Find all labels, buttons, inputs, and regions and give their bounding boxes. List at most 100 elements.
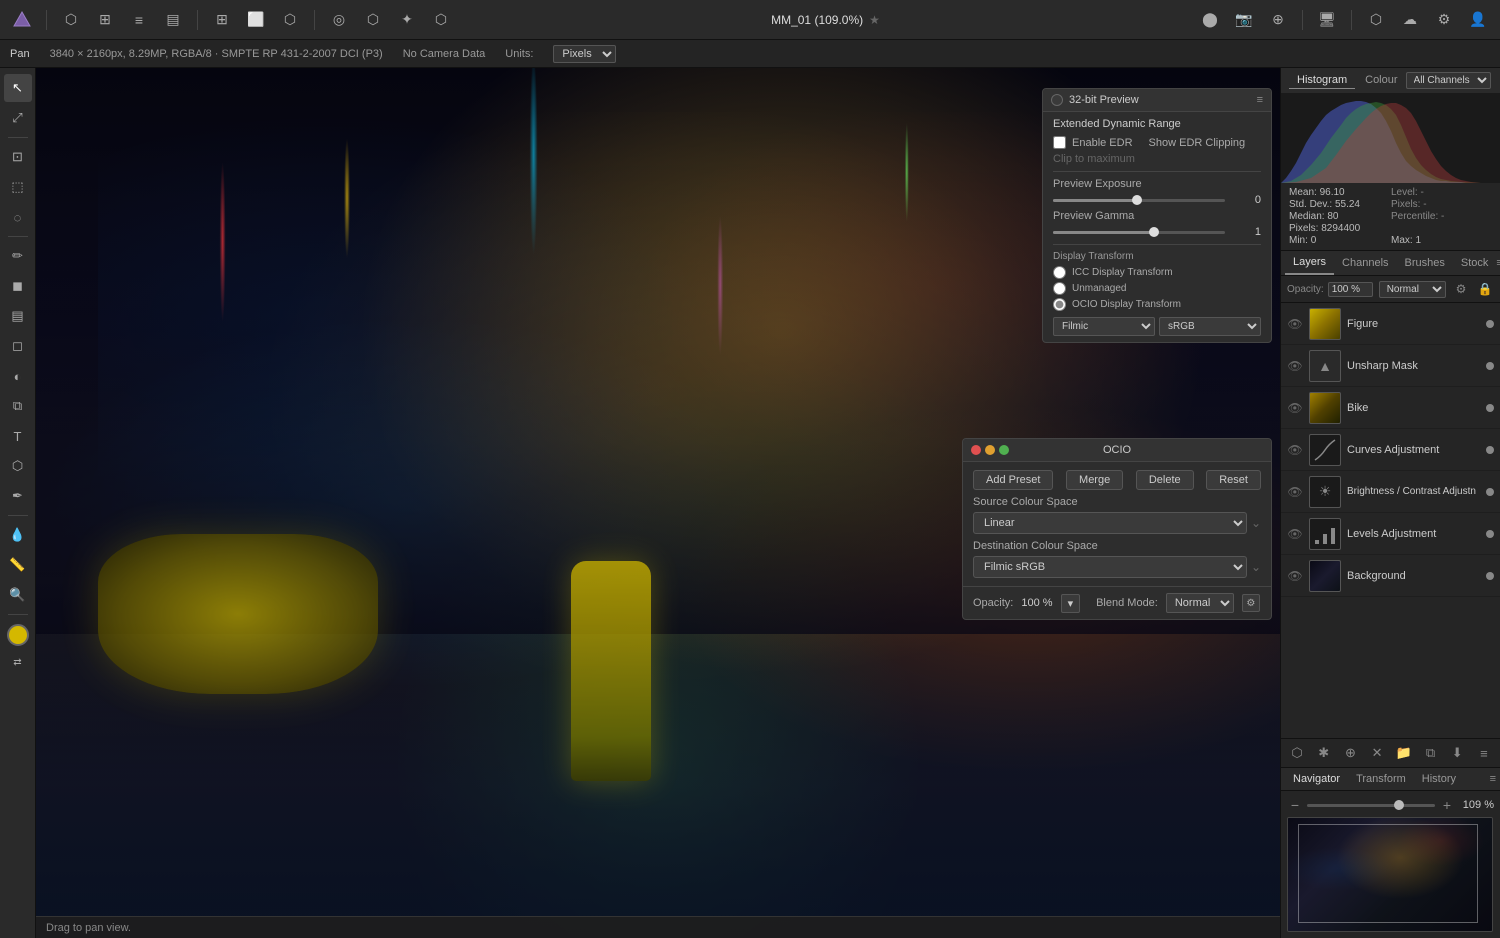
gamma-thumb[interactable] xyxy=(1149,227,1159,237)
dest-expand-icon[interactable]: ⌄ xyxy=(1251,560,1261,574)
add-adjust-btn[interactable]: ✱ xyxy=(1314,743,1334,763)
tab-layers[interactable]: Layers xyxy=(1285,251,1334,275)
tool-gradient[interactable]: ▤ xyxy=(4,302,32,330)
blend-settings-btn[interactable]: ⚙ xyxy=(1242,594,1260,612)
tool-icon-6[interactable]: ⬜ xyxy=(242,6,270,34)
tool-lasso[interactable]: ◌ xyxy=(4,203,32,231)
dest-select[interactable]: Filmic sRGB xyxy=(973,556,1247,578)
tool-view[interactable]: 🔍 xyxy=(4,581,32,609)
settings-icon[interactable]: ⚙ xyxy=(1430,6,1458,34)
favorite-star[interactable]: ★ xyxy=(869,13,880,27)
exposure-track[interactable] xyxy=(1053,199,1225,202)
tool-icon-7[interactable]: ⬡ xyxy=(276,6,304,34)
mask-btn[interactable]: ⊕ xyxy=(1340,743,1360,763)
preview-menu-btn[interactable]: ≡ xyxy=(1257,94,1263,106)
tab-colour[interactable]: Colour xyxy=(1357,72,1405,89)
tool-paint[interactable]: ✏ xyxy=(4,242,32,270)
zoom-out-btn[interactable]: − xyxy=(1287,797,1303,813)
duplicate-layer-btn[interactable]: ⧉ xyxy=(1421,743,1441,763)
tool-icon-3[interactable]: ≡ xyxy=(125,6,153,34)
gamma-track[interactable] xyxy=(1053,231,1225,234)
tab-stock[interactable]: Stock xyxy=(1453,252,1497,274)
zoom-slider[interactable] xyxy=(1307,804,1435,807)
tab-brushes[interactable]: Brushes xyxy=(1397,252,1453,274)
tool-move[interactable]: ↖ xyxy=(4,74,32,102)
zoom-in-btn[interactable]: + xyxy=(1439,797,1455,813)
tool-fill[interactable]: ◼ xyxy=(4,272,32,300)
user-icon[interactable]: 👤 xyxy=(1464,6,1492,34)
merge-btn[interactable]: Merge xyxy=(1066,470,1123,490)
tool-measure[interactable]: 📏 xyxy=(4,551,32,579)
target-icon[interactable]: ⊕ xyxy=(1264,6,1292,34)
channel-select[interactable]: All Channels Red Green Blue xyxy=(1406,72,1491,89)
vis-curves[interactable]: 👁 xyxy=(1287,442,1303,458)
delete-btn[interactable]: Delete xyxy=(1136,470,1194,490)
icc-radio[interactable] xyxy=(1053,266,1066,279)
tool-eyedropper[interactable]: 💧 xyxy=(4,521,32,549)
unmanaged-radio[interactable] xyxy=(1053,282,1066,295)
tab-navigator[interactable]: Navigator xyxy=(1285,768,1348,790)
camera-icon[interactable]: 📷 xyxy=(1230,6,1258,34)
vis-background[interactable]: 👁 xyxy=(1287,568,1303,584)
tool-icon-11[interactable]: ⬡ xyxy=(427,6,455,34)
tab-layer[interactable]: Layer xyxy=(1495,73,1500,89)
blend-select[interactable]: Normal xyxy=(1379,281,1446,298)
layer-bike[interactable]: 👁 Bike xyxy=(1281,387,1500,429)
tool-text[interactable]: T xyxy=(4,422,32,450)
tool-icon-1[interactable]: ⬡ xyxy=(57,6,85,34)
monitor-icon[interactable]: 🖥 xyxy=(1313,6,1341,34)
layers-lock-btn[interactable]: 🔒 xyxy=(1476,280,1494,298)
zoom-thumb[interactable] xyxy=(1394,800,1404,810)
record-icon[interactable]: ⬤ xyxy=(1196,6,1224,34)
delete-layer-btn[interactable]: ✕ xyxy=(1367,743,1387,763)
exposure-thumb[interactable] xyxy=(1132,195,1142,205)
layer-levels[interactable]: 👁 Levels Adjustment xyxy=(1281,513,1500,555)
units-select[interactable]: Pixels Inches cm xyxy=(553,45,616,63)
layers-settings-btn[interactable]: ⚙ xyxy=(1452,280,1470,298)
tool-crop[interactable]: ⊡ xyxy=(4,143,32,171)
tool-erase[interactable]: ◻ xyxy=(4,332,32,360)
tool-shape[interactable]: ⬡ xyxy=(4,452,32,480)
vis-brightness[interactable]: 👁 xyxy=(1287,484,1303,500)
share-icon[interactable]: ⬡ xyxy=(1362,6,1390,34)
tool-selection[interactable]: ⬚ xyxy=(4,173,32,201)
ocio-blend-select[interactable]: Normal Multiply Screen xyxy=(1166,593,1234,613)
layer-brightness[interactable]: 👁 ☀ Brightness / Contrast Adjustn xyxy=(1281,471,1500,513)
vis-unsharp[interactable]: 👁 xyxy=(1287,358,1303,374)
merge-down-btn[interactable]: ⬇ xyxy=(1447,743,1467,763)
ocio-opacity-dropdown[interactable]: ▾ xyxy=(1061,594,1081,613)
foreground-color[interactable] xyxy=(7,624,29,646)
vis-bike[interactable]: 👁 xyxy=(1287,400,1303,416)
filmic-select[interactable]: Filmic xyxy=(1053,317,1155,336)
nav-menu-btn[interactable]: ≡ xyxy=(1490,773,1496,785)
cloud-icon[interactable]: ☁ xyxy=(1396,6,1424,34)
source-select[interactable]: Linear xyxy=(973,512,1247,534)
tool-dodge[interactable]: ◐ xyxy=(4,362,32,390)
nav-thumbnail[interactable] xyxy=(1287,817,1493,932)
source-expand-icon[interactable]: ⌄ xyxy=(1251,516,1261,530)
more-layers-btn[interactable]: ≡ xyxy=(1474,743,1494,763)
ocio-radio[interactable] xyxy=(1053,298,1066,311)
tab-histogram[interactable]: Histogram xyxy=(1289,72,1355,89)
layer-curves[interactable]: 👁 Curves Adjustment xyxy=(1281,429,1500,471)
tool-icon-8[interactable]: ◎ xyxy=(325,6,353,34)
tool-icon-9[interactable]: ⬡ xyxy=(359,6,387,34)
layer-background[interactable]: 👁 Background xyxy=(1281,555,1500,597)
group-layers-btn[interactable]: 📁 xyxy=(1394,743,1414,763)
enable-edr-checkbox[interactable] xyxy=(1053,136,1066,149)
add-preset-btn[interactable]: Add Preset xyxy=(973,470,1053,490)
tool-icon-4[interactable]: ▤ xyxy=(159,6,187,34)
opacity-input[interactable] xyxy=(1328,282,1373,297)
swap-colors[interactable]: ⇄ xyxy=(4,648,32,676)
layer-figure[interactable]: 👁 Figure xyxy=(1281,303,1500,345)
canvas-area[interactable]: Drag to pan view. 32-bit Preview ≡ Exten… xyxy=(36,68,1280,938)
srgb-select[interactable]: sRGB xyxy=(1159,317,1261,336)
tool-transform[interactable]: ⤢ xyxy=(4,104,32,132)
tool-icon-5[interactable]: ⊞ xyxy=(208,6,236,34)
reset-btn[interactable]: Reset xyxy=(1206,470,1261,490)
vis-levels[interactable]: 👁 xyxy=(1287,526,1303,542)
tool-clone[interactable]: ⧉ xyxy=(4,392,32,420)
tab-history[interactable]: History xyxy=(1414,768,1464,790)
tool-icon-10[interactable]: ✦ xyxy=(393,6,421,34)
layers-menu-btn[interactable]: ≡ xyxy=(1496,257,1500,269)
